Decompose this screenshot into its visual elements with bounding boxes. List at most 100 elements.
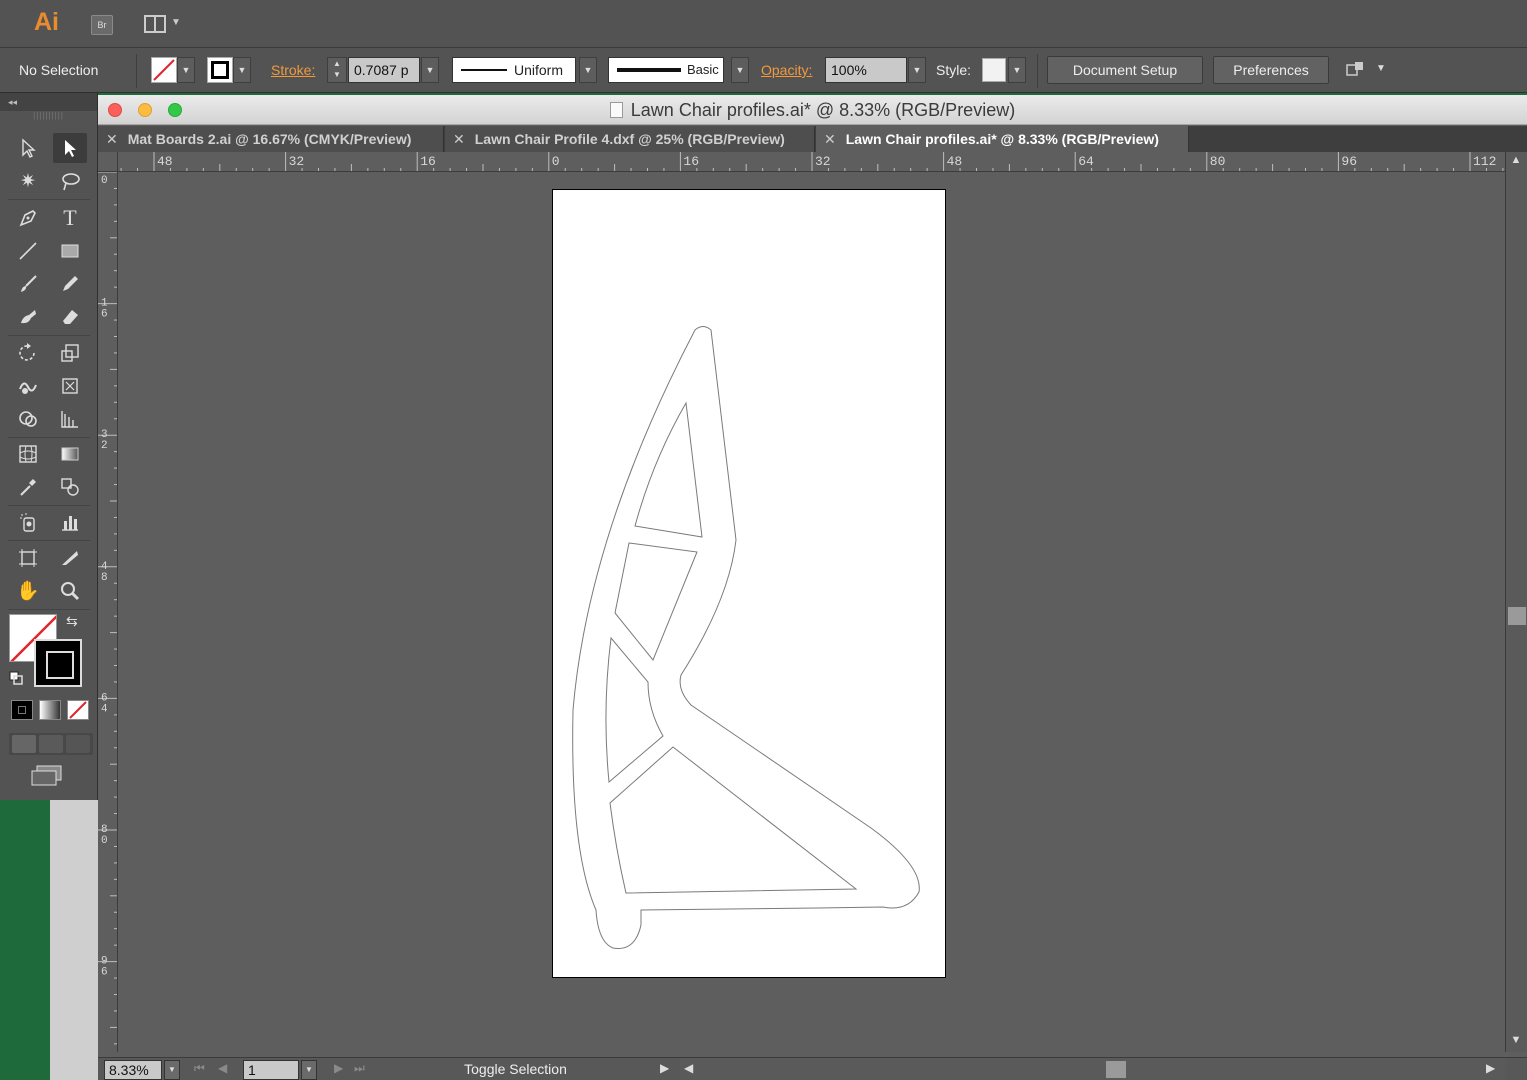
document-tab[interactable]: ✕ Mat Boards 2.ai @ 16.67% (CMYK/Preview) — [98, 126, 444, 152]
panel-grip[interactable]: |||||||||| — [0, 111, 97, 123]
close-icon[interactable]: ✕ — [824, 131, 836, 147]
preferences-button[interactable]: Preferences — [1213, 56, 1329, 84]
slice-tool[interactable] — [53, 543, 87, 573]
status-menu-arrow-icon[interactable]: ▶ — [660, 1061, 669, 1075]
document-setup-button[interactable]: Document Setup — [1047, 56, 1203, 84]
color-mode-button[interactable] — [11, 700, 33, 720]
horizontal-scrollbar[interactable]: ◀ ▶ — [680, 1058, 1505, 1080]
opacity-dropdown[interactable]: ▼ — [908, 57, 926, 83]
stroke-panel-link[interactable]: Stroke: — [271, 62, 315, 78]
arrange-documents-button[interactable]: ▼ — [144, 14, 184, 36]
zoom-tool[interactable] — [53, 576, 87, 606]
blob-brush-tool[interactable] — [11, 302, 45, 332]
draw-behind-icon[interactable] — [39, 735, 63, 753]
gradient-tool[interactable] — [53, 439, 87, 469]
zoom-dropdown[interactable]: ▼ — [164, 1060, 180, 1080]
gradient-mode-button[interactable] — [39, 700, 61, 720]
paintbrush-tool[interactable] — [11, 269, 45, 299]
draw-inside-icon[interactable] — [66, 735, 90, 753]
close-icon[interactable]: ✕ — [453, 131, 465, 147]
horizontal-ruler[interactable]: 48 32 16 0 16 32 48 64 80 96 112 — [118, 152, 1505, 172]
direct-selection-tool[interactable] — [53, 133, 87, 163]
screen-mode-icon[interactable] — [31, 765, 63, 787]
last-artboard-icon[interactable]: ⏭ — [354, 1061, 365, 1076]
pen-tool[interactable] — [11, 203, 45, 233]
stroke-weight-field[interactable]: 0.7087 p — [348, 57, 420, 83]
rectangle-tool[interactable] — [53, 236, 87, 266]
graphic-style-swatch[interactable] — [982, 58, 1006, 82]
stroke-color-swatch[interactable] — [207, 57, 233, 83]
brush-dropdown[interactable]: ▼ — [731, 57, 749, 83]
ruler-label: 2 — [101, 440, 108, 452]
stroke-weight-stepper[interactable]: ▲ ▼ — [327, 57, 347, 83]
profile-dropdown[interactable]: ▼ — [579, 57, 597, 83]
opacity-panel-link[interactable]: Opacity: — [761, 62, 812, 78]
document-tab-active[interactable]: ✕ Lawn Chair profiles.ai* @ 8.33% (RGB/Pr… — [816, 126, 1189, 152]
column-graph-tool[interactable] — [53, 507, 87, 537]
next-artboard-icon[interactable]: ▶ — [334, 1061, 343, 1075]
symbol-sprayer-tool[interactable] — [11, 507, 45, 537]
mesh-tool[interactable] — [11, 439, 45, 469]
scroll-down-icon[interactable]: ▼ — [1506, 1034, 1526, 1046]
previous-artboard-icon[interactable]: ◀ — [218, 1061, 227, 1075]
warp-tool[interactable] — [11, 371, 45, 401]
document-tab[interactable]: ✕ Lawn Chair Profile 4.dxf @ 25% (RGB/Pre… — [445, 126, 815, 152]
scroll-up-icon[interactable]: ▲ — [1506, 154, 1526, 166]
ruler-origin[interactable] — [98, 152, 118, 172]
scroll-right-icon[interactable]: ▶ — [1486, 1061, 1495, 1075]
document-tab-bar: ✕ Mat Boards 2.ai @ 16.67% (CMYK/Preview)… — [98, 126, 1527, 152]
stroke-swatch[interactable] — [34, 639, 82, 687]
default-fill-stroke-icon[interactable] — [9, 671, 23, 685]
go-to-bridge-button[interactable]: Br — [91, 15, 113, 35]
app-logo: Ai — [34, 8, 59, 36]
artboard-number-field[interactable]: 1 — [243, 1060, 299, 1080]
artboard-dropdown[interactable]: ▼ — [301, 1060, 317, 1080]
free-transform-tool[interactable] — [53, 371, 87, 401]
align-options-icon[interactable] — [1344, 60, 1368, 80]
first-artboard-icon[interactable]: ⏮ — [194, 1061, 205, 1076]
artboard[interactable] — [552, 189, 946, 978]
line-segment-tool[interactable] — [11, 236, 45, 266]
lasso-tool[interactable] — [53, 166, 87, 196]
scale-tool[interactable] — [53, 338, 87, 368]
eraser-tool[interactable] — [53, 302, 87, 332]
opacity-field[interactable]: 100% — [825, 57, 907, 83]
blend-tool[interactable] — [53, 472, 87, 502]
brush-label: Basic — [687, 62, 719, 77]
variable-width-profile-select[interactable]: Uniform — [452, 57, 576, 83]
magic-wand-tool[interactable]: ✷ — [11, 166, 45, 196]
type-tool[interactable]: T — [53, 203, 87, 233]
vertical-scrollbar[interactable]: ▲ ▼ — [1505, 152, 1527, 1052]
brush-definition-select[interactable]: Basic — [608, 57, 724, 83]
none-mode-button[interactable] — [67, 700, 89, 720]
shape-builder-tool[interactable] — [11, 404, 45, 434]
lawn-chair-profile-artwork[interactable] — [553, 190, 947, 979]
rotate-tool[interactable] — [11, 338, 45, 368]
style-label: Style: — [936, 62, 972, 78]
zoom-level-field[interactable]: 8.33% — [104, 1060, 162, 1080]
profile-line-icon — [461, 69, 507, 71]
panel-menu-chevron-icon[interactable]: ▼ — [1376, 63, 1386, 74]
vertical-ruler[interactable]: 0163248648096 — [98, 172, 118, 1052]
collapse-panel-icon[interactable]: ◂◂ — [0, 93, 97, 111]
canvas[interactable] — [118, 172, 1505, 1052]
pencil-tool[interactable] — [53, 269, 87, 299]
horizontal-scroll-thumb[interactable] — [1106, 1061, 1126, 1078]
close-icon[interactable]: ✕ — [106, 131, 118, 147]
swap-fill-stroke-icon[interactable]: ⇆ — [66, 613, 78, 630]
vertical-scroll-thumb[interactable] — [1508, 607, 1526, 625]
draw-normal-icon[interactable] — [12, 735, 36, 753]
hand-tool[interactable]: ✋ — [11, 576, 45, 606]
stroke-dropdown[interactable]: ▼ — [233, 57, 251, 83]
perspective-grid-tool[interactable] — [53, 404, 87, 434]
status-menu-label[interactable]: Toggle Selection — [388, 1061, 643, 1077]
artboard-tool[interactable] — [11, 543, 45, 573]
selection-tool[interactable] — [11, 133, 45, 163]
window-title-bar[interactable]: Lawn Chair profiles.ai* @ 8.33% (RGB/Pre… — [98, 95, 1527, 125]
fill-dropdown[interactable]: ▼ — [177, 57, 195, 83]
stroke-weight-dropdown[interactable]: ▼ — [421, 57, 439, 83]
graphic-style-dropdown[interactable]: ▼ — [1008, 57, 1026, 83]
fill-color-swatch[interactable] — [151, 57, 177, 83]
eyedropper-tool[interactable] — [11, 472, 45, 502]
scroll-left-icon[interactable]: ◀ — [684, 1061, 693, 1075]
